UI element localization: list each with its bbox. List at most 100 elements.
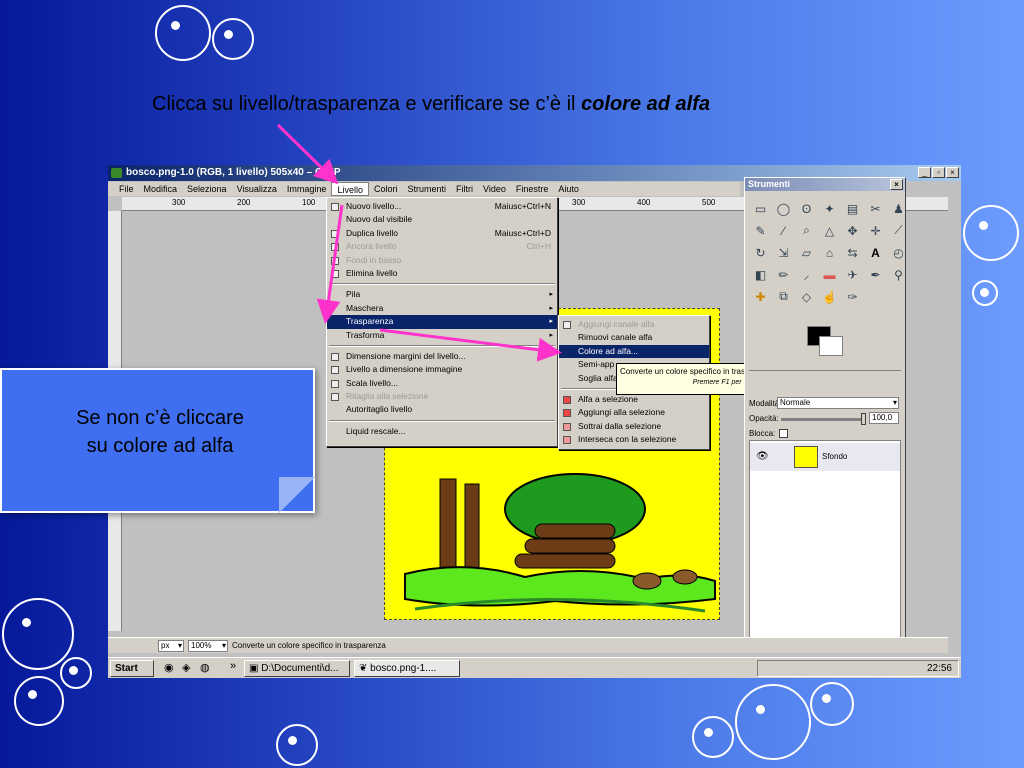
quicklaunch-icon[interactable]: ◍: [200, 661, 210, 674]
lasso-icon[interactable]: ʘ: [797, 199, 816, 218]
mode-select[interactable]: Normale ▾: [777, 397, 899, 409]
menu-strumenti[interactable]: Strumenti: [402, 182, 451, 196]
minimize-button[interactable]: _: [918, 167, 931, 178]
paintbrush-icon[interactable]: ⸝: [797, 265, 816, 284]
menu-item-sottrai-dalla-selezione[interactable]: Sottrai dalla selezione: [559, 420, 709, 433]
bubble-decoration: [2, 598, 74, 670]
opacity-input[interactable]: 100,0: [869, 412, 899, 424]
lock-checkbox[interactable]: [779, 429, 788, 438]
menu-item-aggiungi-alla-selezione[interactable]: Aggiungi alla selezione: [559, 406, 709, 419]
menu-item-duplica-livello[interactable]: Duplica livello Maiusc+Ctrl+D: [327, 227, 557, 240]
text-icon[interactable]: A: [866, 243, 885, 262]
menu-item-colore-ad-alfa[interactable]: Colore ad alfa...: [559, 344, 709, 359]
pencil-icon[interactable]: ✏: [774, 265, 793, 284]
opacity-slider-handle[interactable]: [861, 413, 866, 425]
taskbar-button-gimp[interactable]: ❦ bosco.png-1....: [354, 660, 460, 677]
move-icon[interactable]: ✥: [843, 221, 862, 240]
background-color-swatch[interactable]: [819, 336, 843, 356]
menu-livello[interactable]: Livello: [331, 182, 369, 196]
blend-icon[interactable]: ◧: [751, 265, 770, 284]
scissors-icon[interactable]: ✂: [866, 199, 885, 218]
rect-select-icon[interactable]: ▭: [751, 199, 770, 218]
heal-icon[interactable]: ✚: [751, 287, 770, 306]
menu-modifica[interactable]: Modifica: [139, 182, 183, 196]
measure-icon[interactable]: △: [820, 221, 839, 240]
menu-item-dimensione-margini[interactable]: Dimensione margini del livello...: [327, 350, 557, 363]
menu-visualizza[interactable]: Visualizza: [232, 182, 282, 196]
menu-seleziona[interactable]: Seleziona: [182, 182, 232, 196]
color-select-icon[interactable]: ▤: [843, 199, 862, 218]
menu-item-livello-a-dimensione[interactable]: Livello a dimensione immagine: [327, 363, 557, 376]
menu-item-trasparenza[interactable]: Trasparenza ▸: [327, 315, 557, 329]
rotate-icon[interactable]: ↻: [751, 243, 770, 262]
menu-item-liquid-rescale[interactable]: Liquid rescale...: [327, 425, 557, 438]
quicklaunch-chevron[interactable]: »: [230, 660, 236, 672]
menu-item-rimuovi-canale-alfa[interactable]: Rimuovi canale alfa: [559, 331, 709, 344]
bubble-decoration: [155, 5, 211, 61]
bubble-decoration: [735, 684, 811, 760]
unit-select[interactable]: px ▾: [158, 640, 184, 652]
toolbox-close-button[interactable]: ×: [890, 179, 903, 190]
menu-item-trasforma[interactable]: Trasforma ▸: [327, 329, 557, 342]
taskbar: Start ◉ ◈ ◍ » ▣ D:\Documenti\d... ❦ bosc…: [108, 657, 961, 678]
bubble-decoration: [60, 657, 92, 689]
menu-item-scala-livello[interactable]: Scala livello...: [327, 377, 557, 390]
menu-item-interseca-con-la-selezione[interactable]: Interseca con la selezione: [559, 433, 709, 446]
duplicate-icon: [331, 229, 339, 238]
blur-icon[interactable]: ◇: [797, 287, 816, 306]
opacity-slider[interactable]: [781, 418, 865, 421]
status-message: Converte un colore specifico in traspare…: [232, 641, 386, 650]
taskbar-button-explorer[interactable]: ▣ D:\Documenti\d...: [244, 660, 350, 677]
close-button[interactable]: ×: [946, 167, 959, 178]
color-picker-icon[interactable]: ⁄: [774, 221, 793, 240]
menu-filtri[interactable]: Filtri: [451, 182, 478, 196]
zoom-icon[interactable]: ⌕: [797, 221, 816, 240]
clone-icon[interactable]: ⚲: [889, 265, 908, 284]
menu-finestre[interactable]: Finestre: [511, 182, 554, 196]
start-button[interactable]: Start: [110, 660, 154, 677]
crop-tool-icon[interactable]: ⟋: [889, 221, 908, 240]
menubar: File Modifica Seleziona Visualizza Immag…: [108, 182, 740, 196]
eraser-icon[interactable]: ▬: [820, 265, 839, 284]
menu-item-pila[interactable]: Pila ▸: [327, 288, 557, 301]
menu-aiuto[interactable]: Aiuto: [553, 182, 584, 196]
bucket-fill-icon[interactable]: ◴: [889, 243, 908, 262]
scale-tool-icon[interactable]: ⇲: [774, 243, 793, 262]
maximize-button[interactable]: ▫: [932, 167, 945, 178]
title-text: Clicca su livello/trasparenza e verifica…: [152, 93, 582, 115]
foreground-select-icon[interactable]: ♟: [889, 199, 908, 218]
bubble-decoration: [14, 676, 64, 726]
clock: 22:56: [926, 663, 952, 674]
menu-item-nuovo-livello[interactable]: Nuovo livello... Maiusc+Ctrl+N: [327, 200, 557, 213]
flip-icon[interactable]: ⇆: [843, 243, 862, 262]
menu-item-elimina-livello[interactable]: Elimina livello: [327, 267, 557, 280]
menu-file[interactable]: File: [114, 182, 139, 196]
dodge-burn-icon[interactable]: ✑: [843, 287, 862, 306]
menu-video[interactable]: Video: [478, 182, 511, 196]
bubble-decoration: [276, 724, 318, 766]
layer-to-image-icon: [331, 366, 339, 375]
airbrush-icon[interactable]: ✈: [843, 265, 862, 284]
shear-icon[interactable]: ▱: [797, 243, 816, 262]
instruction-callout: Se non c’è cliccare su colore ad alfa: [0, 368, 315, 513]
paths-icon[interactable]: ✎: [751, 221, 770, 240]
system-tray: 22:56: [757, 660, 959, 677]
perspective-icon[interactable]: ⌂: [820, 243, 839, 262]
ellipse-select-icon[interactable]: ◯: [774, 199, 793, 218]
menu-colori[interactable]: Colori: [369, 182, 403, 196]
eye-icon[interactable]: 👁: [756, 451, 769, 462]
menu-item-ancora-livello: Ancora livello Ctrl+H: [327, 240, 557, 253]
menu-item-maschera[interactable]: Maschera ▸: [327, 302, 557, 315]
menu-immagine[interactable]: Immagine: [282, 182, 332, 196]
align-icon[interactable]: ✛: [866, 221, 885, 240]
menu-item-nuovo-dal-visibile[interactable]: Nuovo dal visibile: [327, 213, 557, 226]
perspective-clone-icon[interactable]: ⧉: [774, 287, 793, 306]
zoom-select[interactable]: 100% ▾: [188, 640, 228, 652]
quicklaunch-icon[interactable]: ◈: [182, 661, 190, 674]
layer-row[interactable]: 👁 Sfondo: [750, 443, 900, 471]
ink-icon[interactable]: ✒: [866, 265, 885, 284]
firefox-icon[interactable]: ◉: [164, 661, 174, 674]
smudge-icon[interactable]: ☝: [820, 287, 839, 306]
menu-item-autoritaglio[interactable]: Autoritaglio livello: [327, 403, 557, 416]
fuzzy-select-icon[interactable]: ✦: [820, 199, 839, 218]
